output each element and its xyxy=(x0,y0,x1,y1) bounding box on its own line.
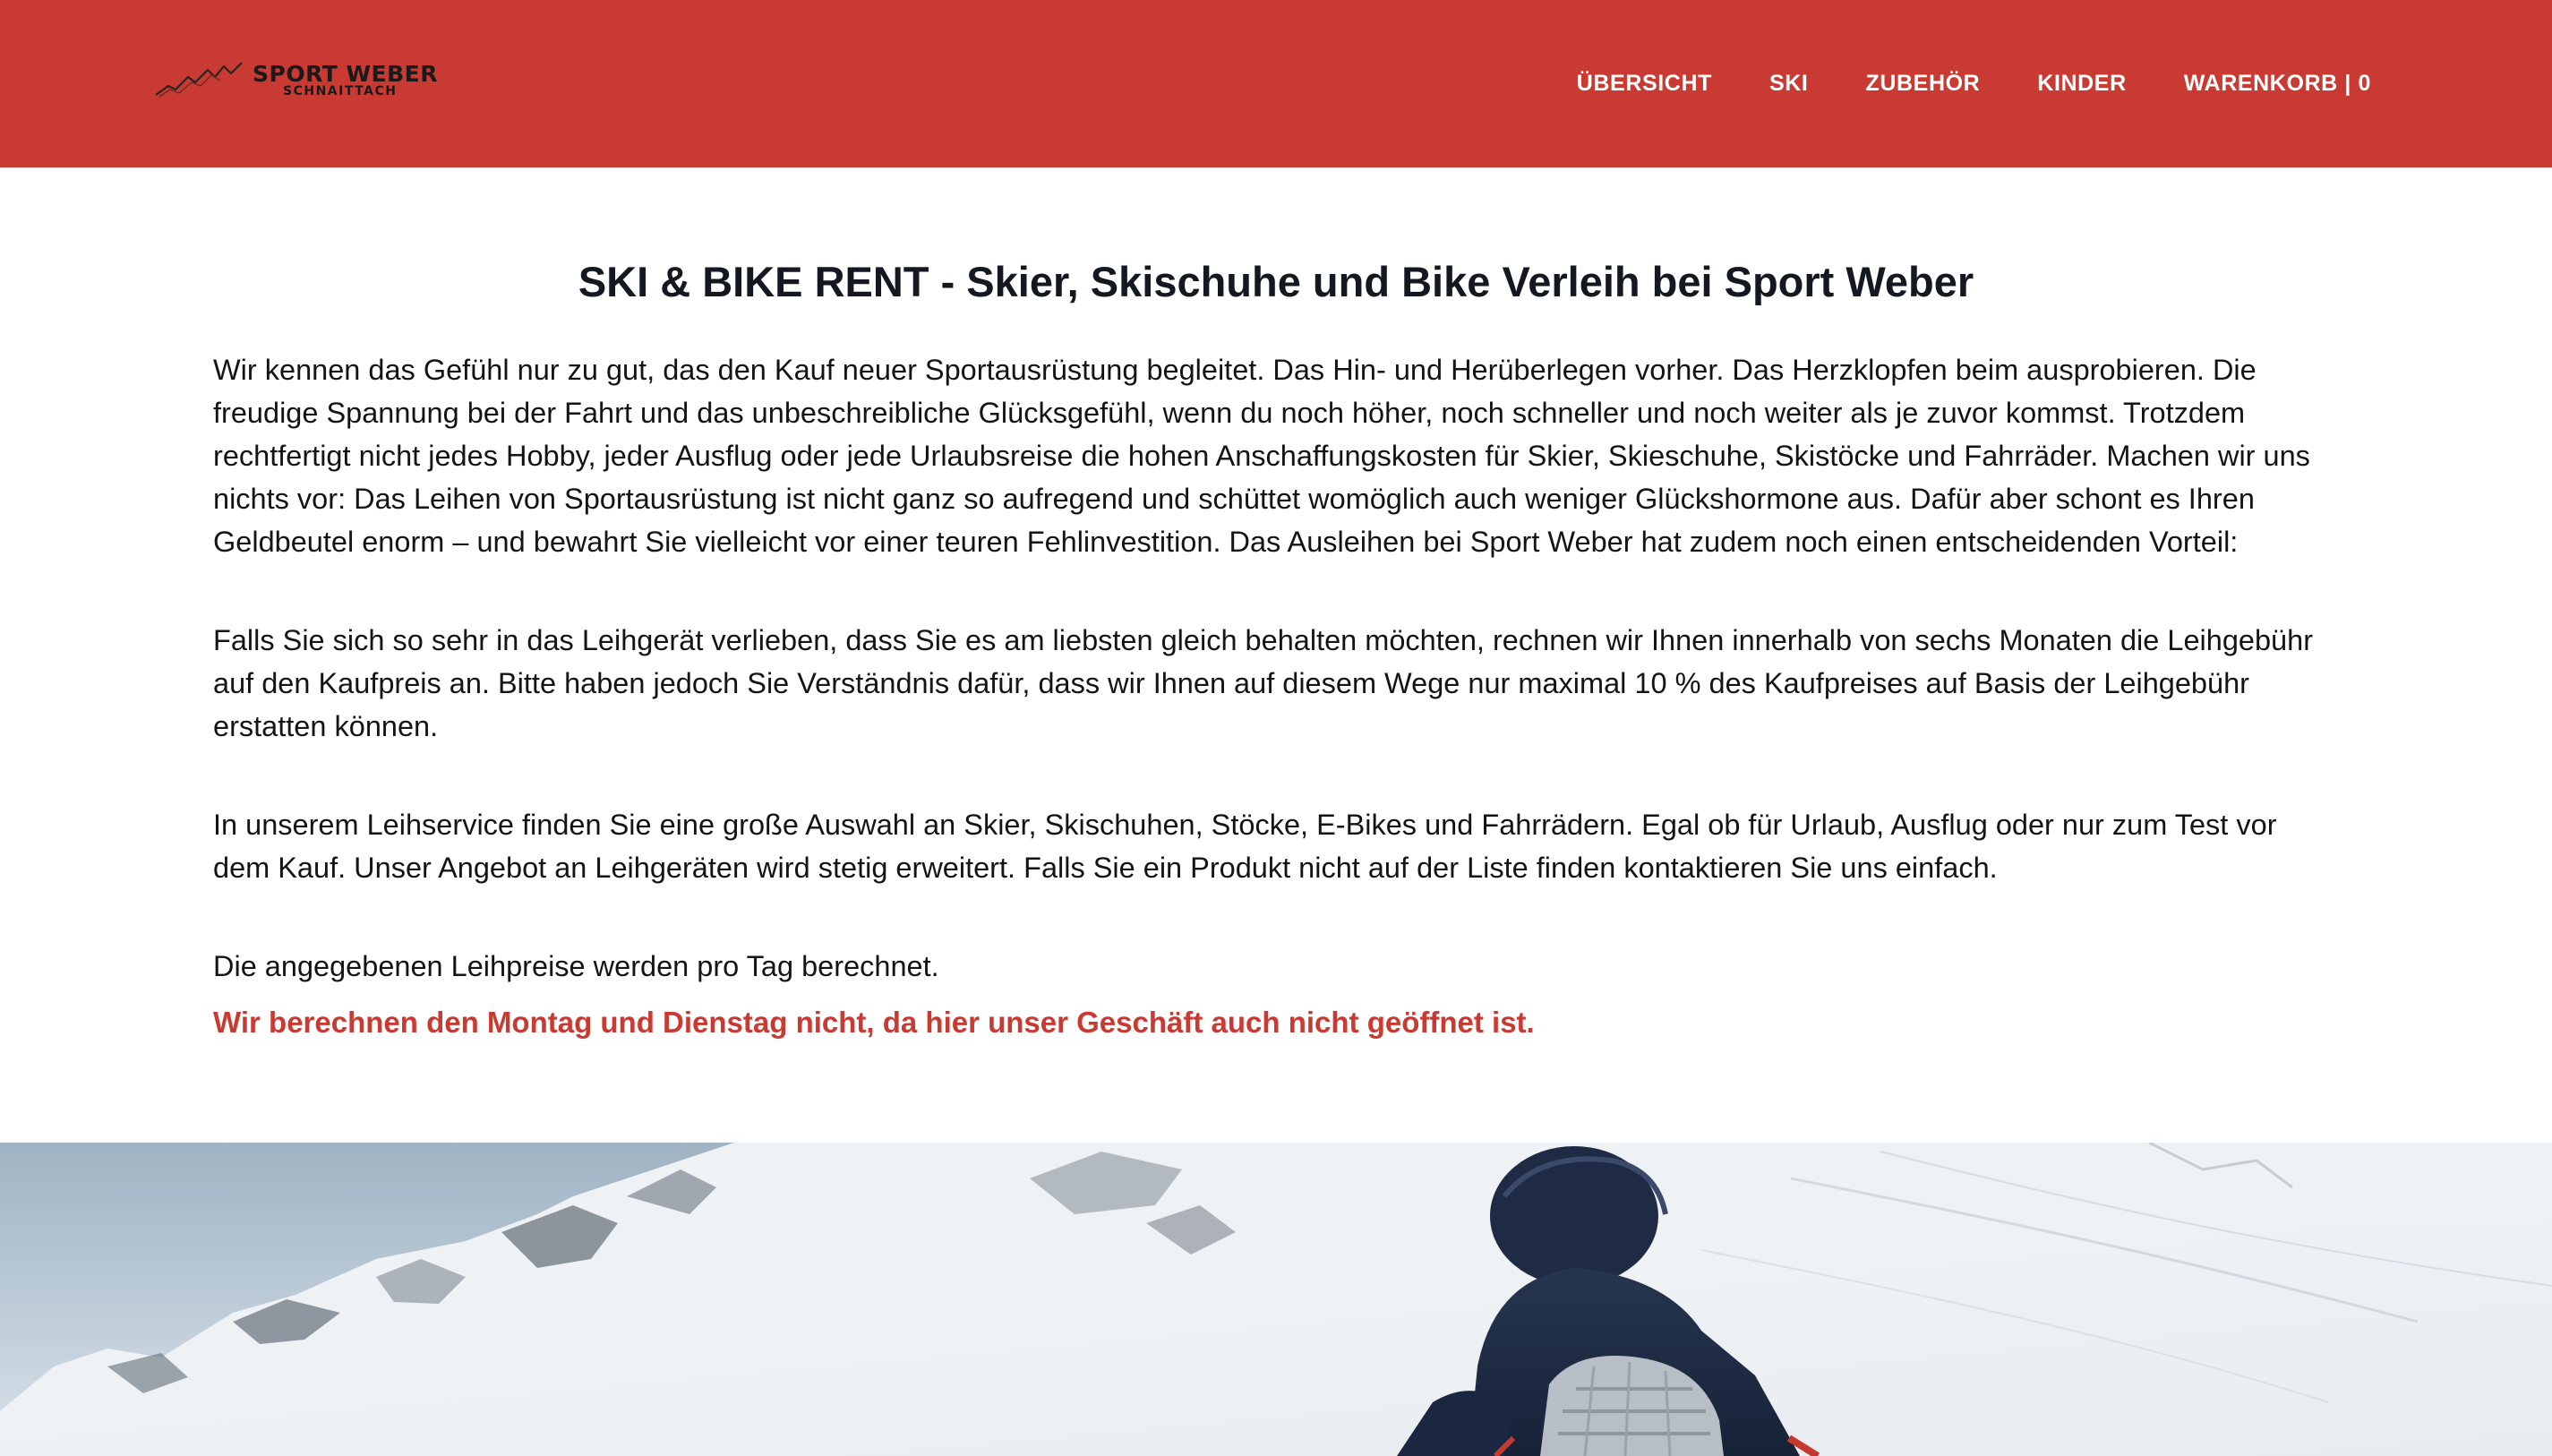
rental-range-paragraph: In unserem Leihservice finden Sie eine g… xyxy=(213,809,2277,884)
site-header: SPORT WEBER SCHNAITTACH ÜBERSICHT SKI ZU… xyxy=(0,0,2552,167)
main-content: SKI & BIKE RENT - Skier, Skischuhe und B… xyxy=(213,167,2339,1043)
page-title: SKI & BIKE RENT - Skier, Skischuhe und B… xyxy=(578,258,1974,305)
purchase-credit-paragraph: Falls Sie sich so sehr in das Leihgerät … xyxy=(213,624,2314,742)
nav-item-warenkorb[interactable]: WARENKORB | 0 xyxy=(2184,70,2371,97)
hero-ski-image xyxy=(0,1143,2552,1456)
mountain-logo-icon xyxy=(156,62,243,98)
daily-price-note: Die angegebenen Leihpreise werden pro Ta… xyxy=(213,950,939,982)
nav-item-ski[interactable]: SKI xyxy=(1769,70,1808,97)
main-nav: ÜBERSICHT SKI ZUBEHÖR KINDER WARENKORB |… xyxy=(1577,70,2371,97)
intro-paragraph: Wir kennen das Gefühl nur zu gut, das de… xyxy=(213,354,2310,558)
logo-location: SCHNAITTACH xyxy=(283,84,398,98)
closed-days-notice: Wir berechnen den Montag und Dienstag ni… xyxy=(213,1006,1535,1039)
snowy-mountain-skier-image xyxy=(0,1143,2552,1456)
site-logo[interactable]: SPORT WEBER SCHNAITTACH xyxy=(156,56,451,102)
nav-item-zubehoer[interactable]: ZUBEHÖR xyxy=(1865,70,1980,97)
nav-item-kinder[interactable]: KINDER xyxy=(2037,70,2126,97)
nav-item-uebersicht[interactable]: ÜBERSICHT xyxy=(1577,70,1712,97)
logo-brand-name: SPORT WEBER xyxy=(253,61,439,87)
